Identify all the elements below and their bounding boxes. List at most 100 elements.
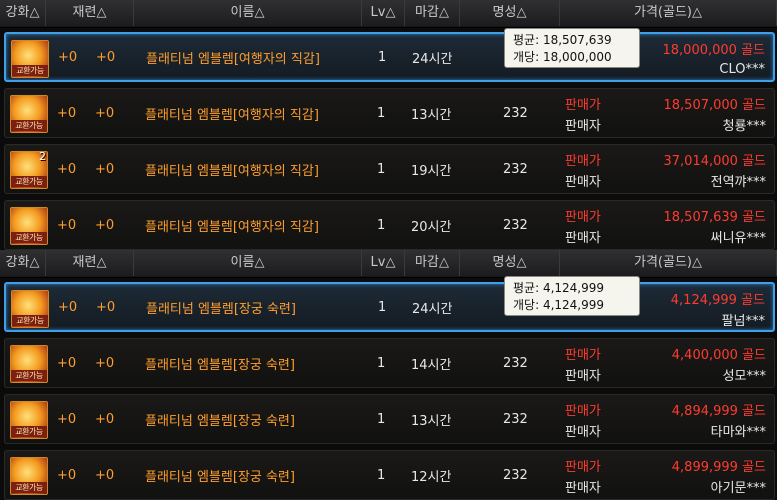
sort-deadline-header[interactable]: 마감△ bbox=[405, 0, 460, 26]
deadline-value: 14시간 bbox=[411, 357, 452, 373]
seller-name: 성모*** bbox=[722, 368, 766, 384]
sort-lv-header[interactable]: Lv△ bbox=[362, 250, 405, 276]
enhance-value: +0 bbox=[57, 411, 77, 427]
sale-price-label: 판매가 bbox=[565, 347, 601, 363]
seller-name: 써니유*** bbox=[710, 230, 766, 246]
tradeable-tag: 교환가능 bbox=[11, 370, 47, 381]
seller-name: 아기문*** bbox=[710, 480, 766, 496]
level-value: 1 bbox=[378, 49, 387, 65]
level-value: 1 bbox=[377, 161, 386, 177]
seller-label: 판매자 bbox=[565, 118, 601, 134]
fame-value: 232 bbox=[503, 105, 528, 121]
tradeable-tag: 교환가능 bbox=[11, 232, 47, 243]
auction-header-2: 강화△ 재련△ 이름△ Lv△ 마감△ 명성△ 가격(골드)△ bbox=[0, 250, 777, 278]
price-tooltip: 평균: 4,124,999 개당: 4,124,999 bbox=[504, 276, 640, 316]
enhance-value: +0 bbox=[58, 49, 78, 65]
deadline-value: 19시간 bbox=[411, 163, 452, 179]
sort-fame-header[interactable]: 명성△ bbox=[460, 0, 560, 26]
price-value: 18,507,000 골드 bbox=[663, 97, 767, 113]
price-value: 4,124,999 골드 bbox=[670, 292, 765, 308]
fame-value: 232 bbox=[503, 161, 528, 177]
deadline-value: 12시간 bbox=[411, 469, 452, 485]
emblem-item-icon[interactable]: 교환가능 bbox=[10, 345, 48, 383]
emblem-item-icon[interactable]: 교환가능 bbox=[10, 95, 48, 133]
stack-count: 2 bbox=[39, 150, 46, 163]
refine-value: +0 bbox=[96, 49, 116, 65]
seller-label: 판매자 bbox=[565, 480, 601, 496]
price-value: 18,000,000 골드 bbox=[662, 42, 766, 58]
level-value: 1 bbox=[377, 411, 386, 427]
listing-row[interactable]: 교환가능 +0 +0 플래티넘 엠블렘[장궁 숙련] 1 14시간 232 판매가 판매자 4,4… bbox=[4, 338, 775, 388]
tradeable-tag: 교환가능 bbox=[11, 120, 47, 131]
level-value: 1 bbox=[378, 299, 387, 315]
listing-row[interactable]: 2 교환가능 +0 +0 플래티넘 엠블렘[여행자의 직감] 1 19시간 232 판매가 판매자… bbox=[4, 144, 775, 194]
seller-name: CLO*** bbox=[719, 61, 765, 77]
listing-row[interactable]: 교환가능 +0 +0 플래티넘 엠블렘[장궁 숙련] 1 12시간 232 판매가 판매자 4,8… bbox=[4, 450, 775, 500]
seller-name: 타마와*** bbox=[710, 424, 766, 440]
deadline-value: 13시간 bbox=[411, 413, 452, 429]
sale-price-label: 판매가 bbox=[565, 153, 601, 169]
sort-lv-header[interactable]: Lv△ bbox=[362, 0, 405, 26]
sale-price-label: 판매가 bbox=[565, 403, 601, 419]
level-value: 1 bbox=[377, 355, 386, 371]
refine-value: +0 bbox=[95, 217, 115, 233]
sort-refine-header[interactable]: 재련△ bbox=[46, 250, 134, 276]
seller-name: 팔넘*** bbox=[721, 313, 765, 329]
listing-row[interactable]: 교환가능 +0 +0 플래티넘 엠블렘[여행자의 직감] 1 20시간 232 판매가 판매자 1… bbox=[4, 200, 775, 250]
sort-price-header[interactable]: 가격(골드)△ bbox=[560, 250, 777, 276]
sort-fame-header[interactable]: 명성△ bbox=[460, 250, 560, 276]
deadline-value: 24시간 bbox=[412, 301, 453, 317]
enhance-value: +0 bbox=[57, 355, 77, 371]
enhance-value: +0 bbox=[57, 105, 77, 121]
sort-deadline-header[interactable]: 마감△ bbox=[405, 250, 460, 276]
tradeable-tag: 교환가능 bbox=[12, 65, 48, 76]
item-name: 플래티넘 엠블렘[여행자의 직감] bbox=[145, 219, 319, 235]
price-value: 37,014,000 골드 bbox=[663, 153, 767, 169]
level-value: 1 bbox=[377, 105, 386, 121]
sort-name-header[interactable]: 이름△ bbox=[134, 250, 362, 276]
tradeable-tag: 교환가능 bbox=[12, 315, 48, 326]
price-value: 4,400,000 골드 bbox=[671, 347, 766, 363]
tradeable-tag: 교환가능 bbox=[11, 426, 47, 437]
tradeable-tag: 교환가능 bbox=[11, 482, 47, 493]
sort-enhance-header[interactable]: 강화△ bbox=[0, 0, 46, 26]
listing-row[interactable]: 교환가능 +0 +0 플래티넘 엠블렘[여행자의 직감] 1 24시간 18,000,000… bbox=[4, 32, 775, 82]
auction-header-1: 강화△ 재련△ 이름△ Lv△ 마감△ 명성△ 가격(골드)△ bbox=[0, 0, 777, 28]
sort-refine-header[interactable]: 재련△ bbox=[46, 0, 134, 26]
listing-row[interactable]: 교환가능 +0 +0 플래티넘 엠블렘[여행자의 직감] 1 13시간 232 판매가 판매자 1… bbox=[4, 88, 775, 138]
fame-value: 232 bbox=[503, 467, 528, 483]
emblem-item-icon[interactable]: 교환가능 bbox=[10, 401, 48, 439]
item-name: 플래티넘 엠블렘[여행자의 직감] bbox=[145, 107, 319, 123]
item-name: 플래티넘 엠블렘[여행자의 직감] bbox=[145, 163, 319, 179]
seller-label: 판매자 bbox=[565, 368, 601, 384]
emblem-item-icon[interactable]: 교환가능 bbox=[10, 457, 48, 495]
enhance-value: +0 bbox=[57, 217, 77, 233]
listing-row[interactable]: 교환가능 +0 +0 플래티넘 엠블렘[장궁 숙련] 1 24시간 4,124,999 골드… bbox=[4, 282, 775, 332]
refine-value: +0 bbox=[95, 105, 115, 121]
sale-price-label: 판매가 bbox=[565, 209, 601, 225]
emblem-item-icon[interactable]: 교환가능 bbox=[11, 290, 49, 328]
emblem-item-icon[interactable]: 2 교환가능 bbox=[10, 150, 48, 189]
deadline-value: 24시간 bbox=[412, 51, 453, 67]
emblem-item-icon[interactable]: 교환가능 bbox=[10, 207, 48, 245]
refine-value: +0 bbox=[96, 299, 116, 315]
item-name: 플래티넘 엠블렘[장궁 숙련] bbox=[145, 413, 295, 429]
item-name: 플래티넘 엠블렘[장궁 숙련] bbox=[146, 301, 296, 317]
deadline-value: 20시간 bbox=[411, 219, 452, 235]
listing-row[interactable]: 교환가능 +0 +0 플래티넘 엠블렘[장궁 숙련] 1 13시간 232 판매가 판매자 4,8… bbox=[4, 394, 775, 444]
enhance-value: +0 bbox=[58, 299, 78, 315]
seller-label: 판매자 bbox=[565, 230, 601, 246]
level-value: 1 bbox=[377, 467, 386, 483]
sort-name-header[interactable]: 이름△ bbox=[134, 0, 362, 26]
seller-name: 전역꺄*** bbox=[710, 174, 766, 190]
price-value: 18,507,639 골드 bbox=[663, 209, 767, 225]
emblem-item-icon[interactable]: 교환가능 bbox=[11, 40, 49, 78]
sort-price-header[interactable]: 가격(골드)△ bbox=[560, 0, 777, 26]
refine-value: +0 bbox=[95, 161, 115, 177]
sort-enhance-header[interactable]: 강화△ bbox=[0, 250, 46, 276]
item-name: 플래티넘 엠블렘[장궁 숙련] bbox=[145, 469, 295, 485]
price-value: 4,899,999 골드 bbox=[671, 459, 766, 475]
tradeable-tag: 교환가능 bbox=[11, 176, 47, 187]
refine-value: +0 bbox=[95, 355, 115, 371]
seller-label: 판매자 bbox=[565, 174, 601, 190]
